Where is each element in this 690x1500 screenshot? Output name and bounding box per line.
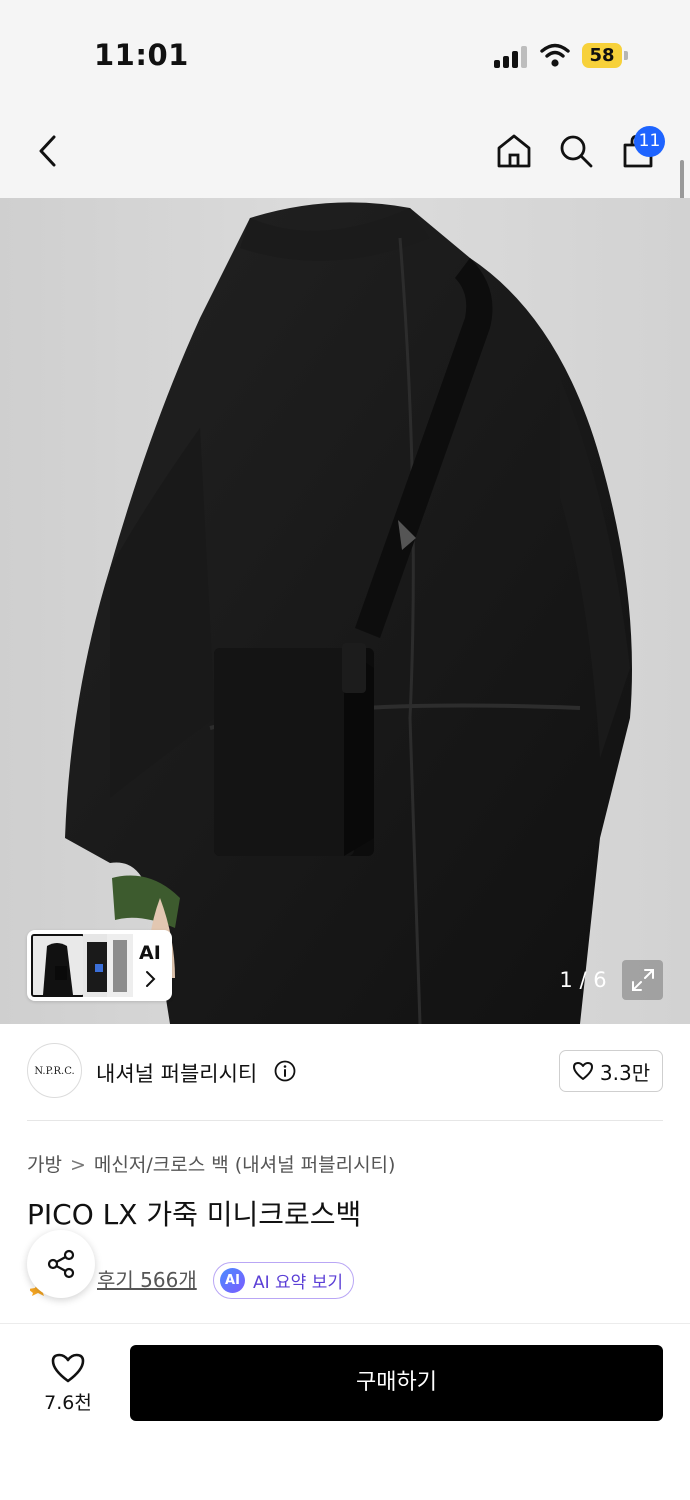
home-icon [497,134,531,168]
cart-count-badge: 11 [634,126,665,157]
search-icon [560,135,593,168]
thumbnail-image[interactable] [107,934,133,997]
status-bar: 11:01 58 [0,0,690,100]
product-image[interactable] [0,198,690,1024]
buy-button[interactable]: 구매하기 [130,1345,663,1421]
product-detail-screen: 11:01 58 11 AI 1 / 6 N.P.R.C. 내셔널 퍼블리시티 … [0,0,690,1500]
chevron-left-icon [39,135,56,167]
wishlist-button[interactable]: 7.6천 [30,1345,106,1421]
expand-image-button[interactable] [622,960,663,1000]
brand-name[interactable]: 내셔널 퍼블리시티 [96,1058,257,1088]
wishlist-count: 7.6천 [44,1391,92,1414]
breadcrumb: 가방 > 메신저/크로스 백 (내셔널 퍼블리시티) [27,1150,395,1177]
bottom-bar-divider [0,1323,690,1324]
search-button[interactable] [552,127,600,175]
heart-icon [572,1062,593,1080]
ai-badge-icon: AI [220,1268,245,1293]
ai-summary-button[interactable]: AI AI 요약 보기 [213,1262,354,1299]
wifi-icon [540,42,570,68]
battery-icon: 58 [582,43,628,68]
back-button[interactable] [24,127,72,175]
brand-like-count: 3.3만 [599,1060,651,1085]
thumbnail-strip[interactable]: AI [27,930,172,1001]
thumbnail-image[interactable] [31,934,85,997]
expand-icon [631,969,654,991]
heart-icon [51,1353,85,1382]
share-button[interactable] [27,1230,95,1298]
cellular-signal-icon [494,46,530,68]
product-title: PICO LX 가죽 미니크로스백 [27,1198,362,1231]
section-divider [27,1120,663,1121]
status-time: 11:01 [94,38,189,72]
breadcrumb-category[interactable]: 가방 [27,1154,62,1176]
ai-summary-label: AI 요약 보기 [253,1273,344,1293]
chevron-right-icon: > [69,1154,86,1176]
thumbnail-ai-label: AI [139,942,161,964]
brand-like-button[interactable]: 3.3만 [559,1050,663,1092]
info-icon[interactable] [274,1060,296,1082]
chevron-right-icon [146,971,156,987]
brand-logo[interactable]: N.P.R.C. [27,1043,82,1098]
breadcrumb-subcategory[interactable]: 메신저/크로스 백 (내셔널 퍼블리시티) [94,1154,396,1176]
home-button[interactable] [490,127,538,175]
image-page-counter: 1 / 6 [559,968,607,992]
share-icon [47,1249,75,1279]
review-count-link[interactable]: 후기 566개 [97,1264,197,1293]
battery-level: 58 [582,43,622,68]
